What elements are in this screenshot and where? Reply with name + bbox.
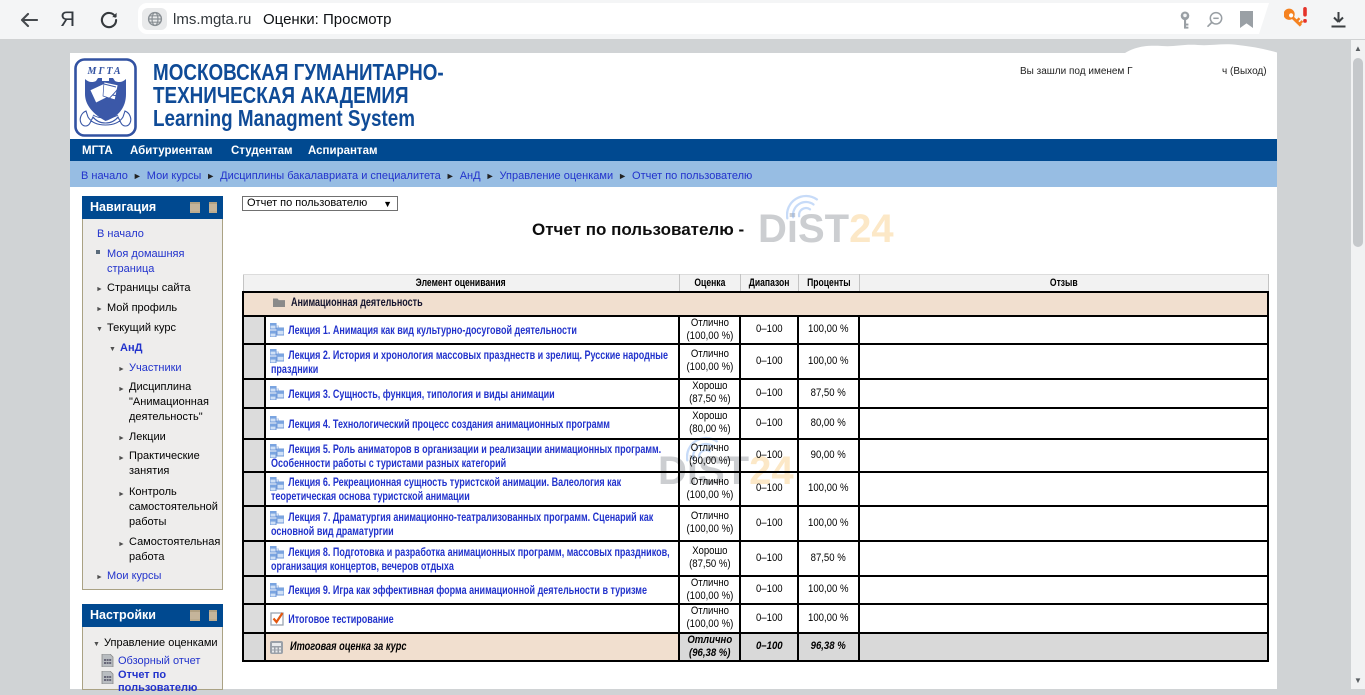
svg-text:МГТА: МГТА xyxy=(86,66,122,77)
